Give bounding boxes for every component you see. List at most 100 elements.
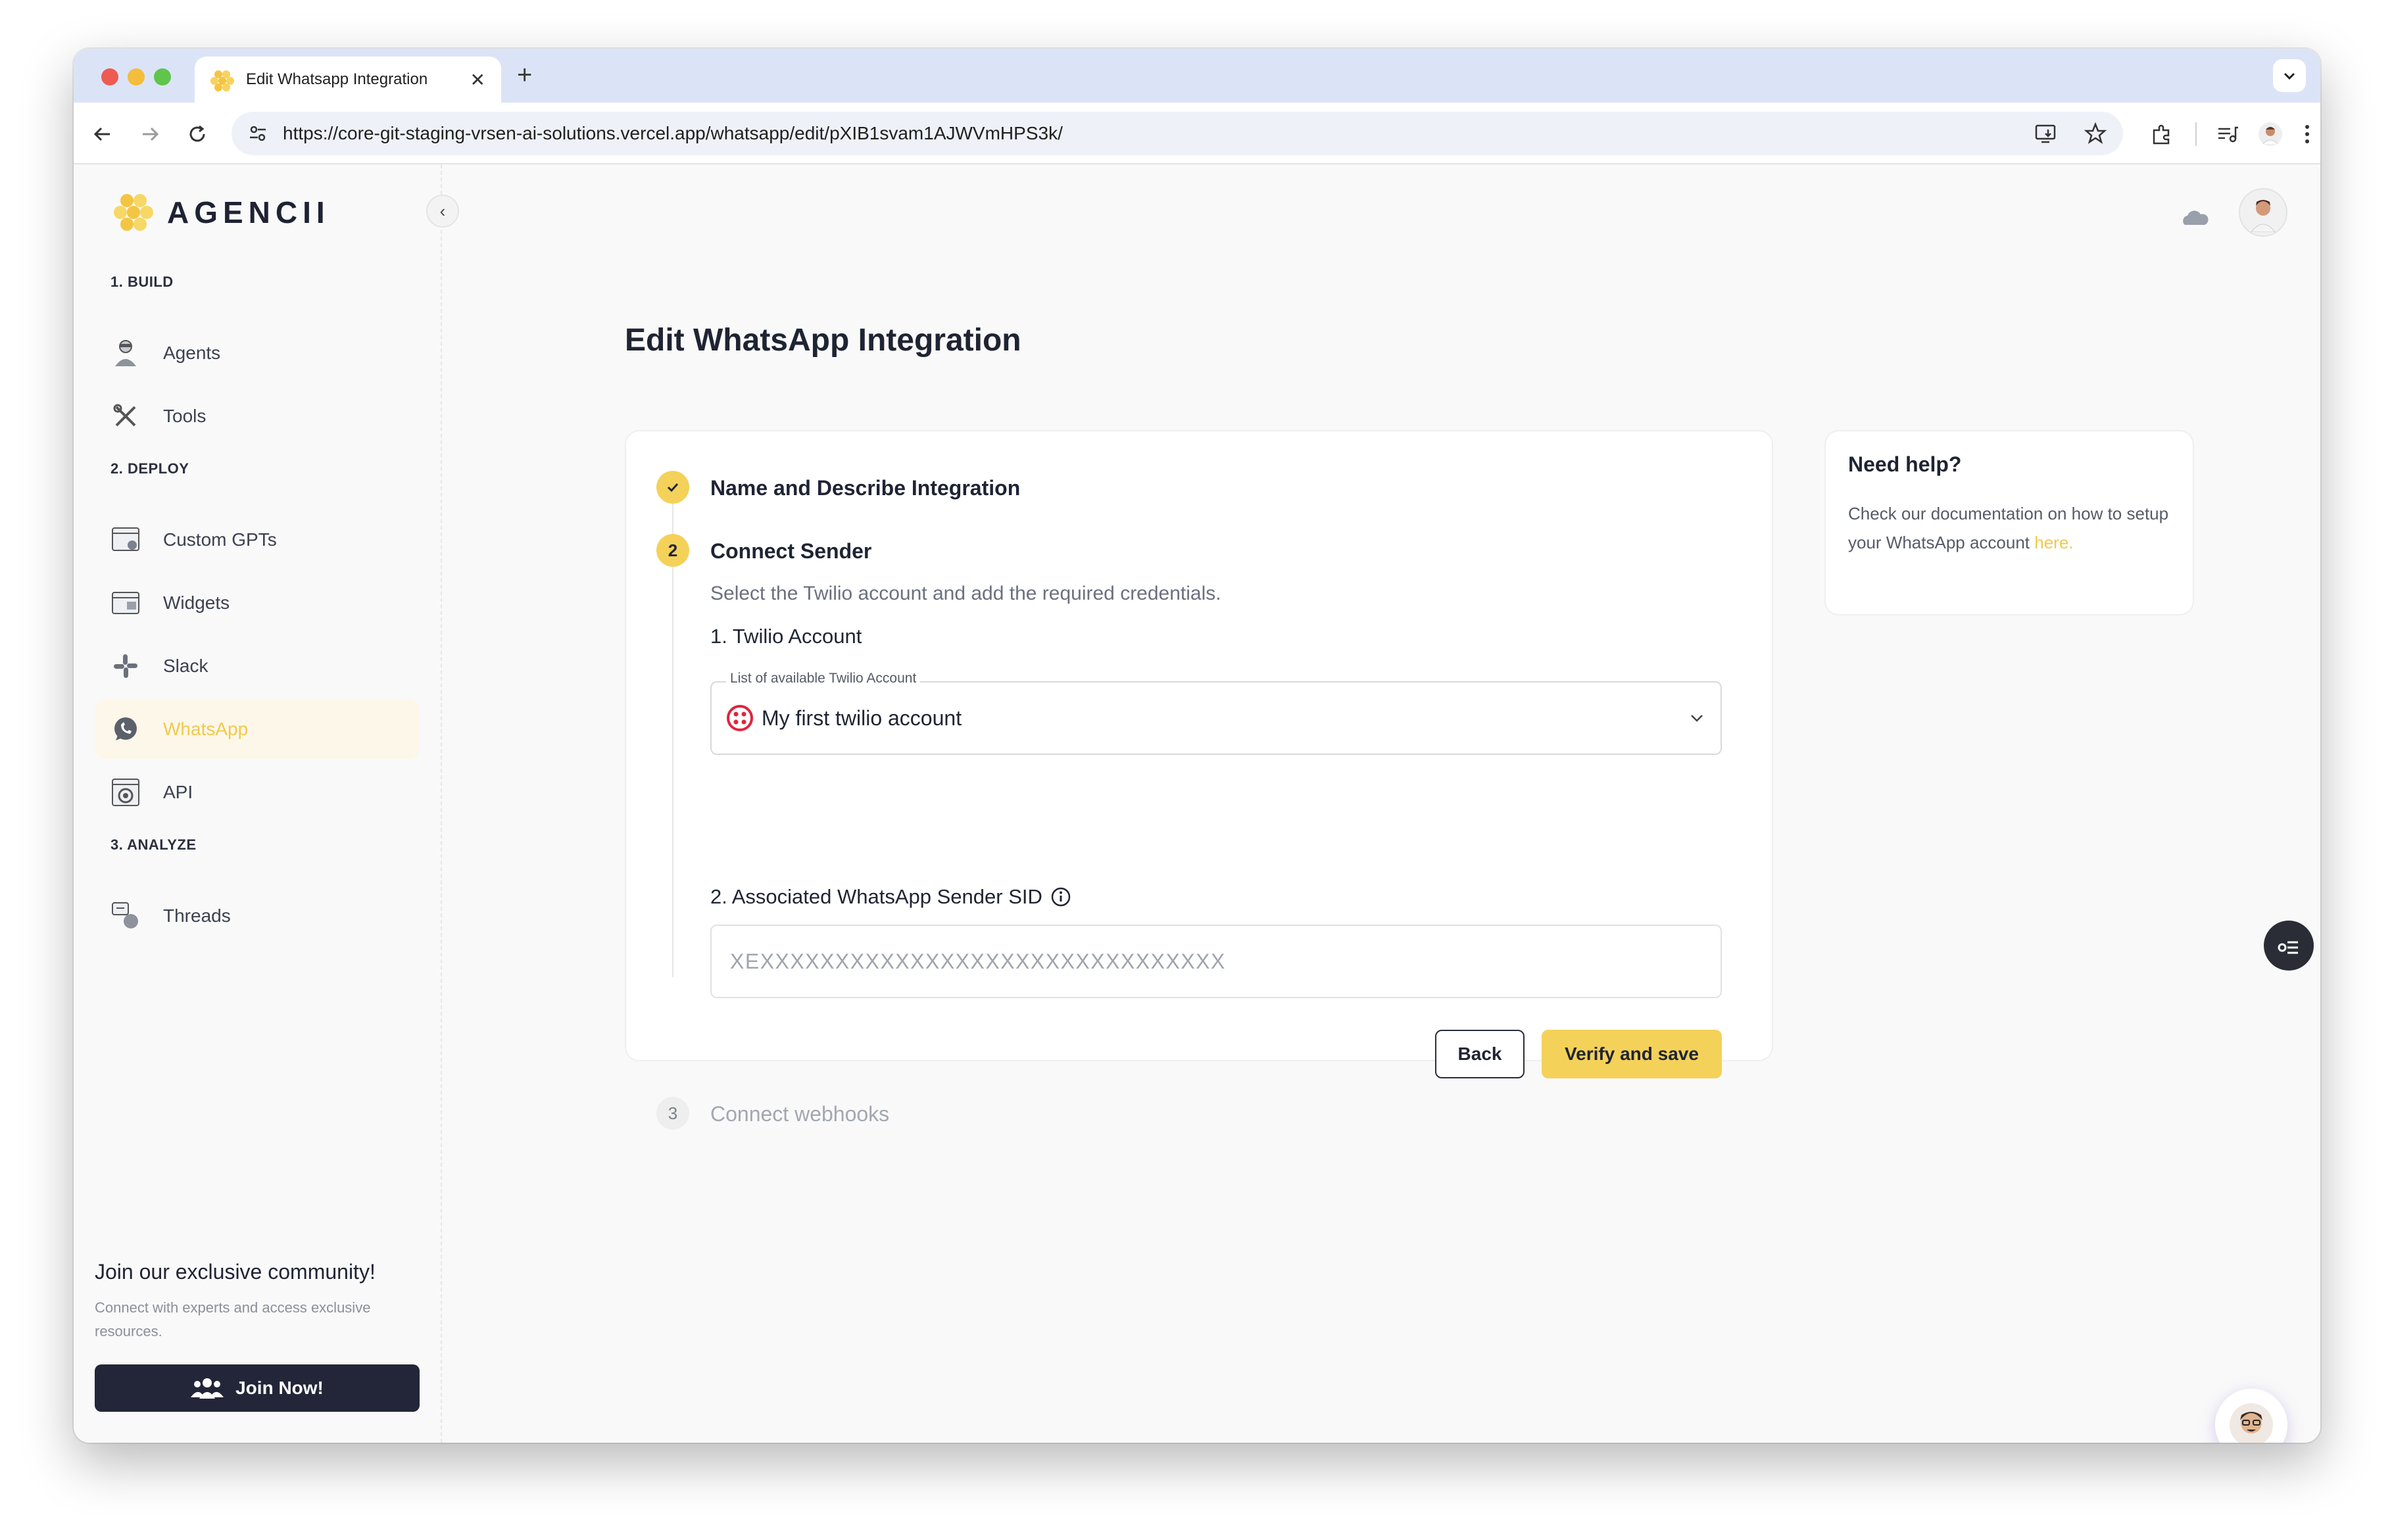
sidebar-item-threads[interactable]: Threads: [95, 886, 420, 946]
floating-menu-button[interactable]: [2264, 921, 2314, 971]
integration-stepper-card: Name and Describe Integration 2 Connect …: [625, 430, 1773, 1130]
community-description: Connect with experts and access exclusiv…: [95, 1299, 371, 1339]
help-docs-link[interactable]: here.: [2034, 533, 2073, 552]
widget-icon: [110, 588, 141, 618]
sidebar-item-label: API: [163, 782, 193, 802]
custom-gpt-icon: [110, 525, 141, 555]
threads-icon: [110, 901, 141, 931]
tab-search-button[interactable]: [2273, 59, 2306, 92]
sidebar-item-agents[interactable]: Agents: [95, 324, 420, 383]
page-title: Edit WhatsApp Integration: [625, 323, 1021, 358]
playlist-icon: [2218, 126, 2238, 143]
list-toggle-icon: [2278, 941, 2298, 954]
back-button[interactable]: Back: [1435, 1030, 1525, 1078]
url-text: https://core-git-staging-vrsen-ai-soluti…: [283, 123, 1063, 143]
sidebar-item-label: Widgets: [163, 592, 230, 613]
bookmark-star-icon[interactable]: [2084, 122, 2107, 145]
browser-menu-button[interactable]: [2294, 120, 2320, 149]
sidebar-item-label: Custom GPTs: [163, 529, 277, 550]
sidebar-item-custom-gpts[interactable]: Custom GPTs: [95, 510, 420, 569]
sidebar-item-tools[interactable]: Tools: [95, 387, 420, 446]
user-avatar[interactable]: [2239, 188, 2287, 237]
close-window-button[interactable]: [101, 68, 118, 85]
app-area: AGENCII 1. BUILD Agents Tools 2. DEPLOY: [74, 164, 2320, 1443]
twilio-account-select[interactable]: List of available Twilio Account My firs…: [710, 671, 1722, 755]
arrow-right-icon: [143, 127, 159, 141]
agent-icon: [110, 338, 141, 368]
help-description: Check our documentation on how to setup …: [1848, 504, 2169, 552]
extensions-button[interactable]: [2145, 120, 2178, 149]
users-group-icon: [191, 1378, 224, 1399]
maximize-window-button[interactable]: [154, 68, 171, 85]
browser-tab[interactable]: Edit Whatsapp Integration ✕: [195, 57, 501, 103]
browser-toolbar: https://core-git-staging-vrsen-ai-soluti…: [74, 103, 2320, 164]
step-2-title: Connect Sender: [710, 539, 872, 563]
join-now-button[interactable]: Join Now!: [95, 1364, 420, 1412]
help-title: Need help?: [1848, 452, 1962, 476]
info-icon[interactable]: [1050, 886, 1071, 907]
verify-and-save-button[interactable]: Verify and save: [1542, 1030, 1722, 1078]
reload-button[interactable]: [184, 121, 210, 147]
sender-sid-label: 2. Associated WhatsApp Sender SID: [710, 885, 1042, 908]
agencii-favicon-icon: [210, 70, 234, 91]
slack-icon: [110, 651, 141, 681]
twilio-account-label: 1. Twilio Account: [710, 625, 862, 648]
profile-avatar-icon: [2259, 122, 2282, 146]
sidebar-item-api[interactable]: API: [95, 763, 420, 822]
user-avatar-icon: [2251, 200, 2276, 232]
forward-nav-button[interactable]: [137, 121, 163, 147]
agencii-logo[interactable]: AGENCII: [113, 193, 330, 231]
back-nav-button[interactable]: [89, 121, 116, 147]
tools-icon: [110, 401, 141, 431]
collapse-sidebar-button[interactable]: ‹: [426, 195, 459, 228]
logo-text: AGENCII: [167, 195, 330, 229]
section-analyze: 3. ANALYZE: [110, 836, 197, 853]
step-2-number: 2: [656, 534, 689, 567]
new-tab-button[interactable]: +: [517, 60, 532, 90]
honeycomb-logo-icon: [114, 194, 153, 231]
api-icon: [110, 777, 141, 807]
sidebar-item-label: Slack: [163, 656, 208, 676]
community-panel: Join our exclusive community! Connect wi…: [95, 1260, 424, 1412]
install-app-icon[interactable]: [2034, 122, 2057, 145]
address-bar[interactable]: https://core-git-staging-vrsen-ai-soluti…: [232, 112, 2123, 155]
theme-toggle-button[interactable]: [2176, 191, 2215, 239]
sidebar-item-label: Tools: [163, 406, 207, 426]
step-3-title: Connect webhooks: [710, 1102, 890, 1126]
tab-close-icon[interactable]: ✕: [470, 69, 485, 91]
section-build: 1. BUILD: [110, 274, 174, 290]
twilio-logo-icon: [727, 705, 753, 731]
chat-assistant-button[interactable]: [2215, 1389, 2287, 1443]
step-3-number: 3: [656, 1097, 689, 1130]
tab-bar: Edit Whatsapp Integration ✕ +: [74, 49, 2320, 103]
profile-button[interactable]: [2251, 120, 2290, 149]
step-2-description: Select the Twilio account and add the re…: [710, 583, 1221, 604]
site-settings-icon: [250, 126, 266, 141]
whatsapp-icon: [110, 714, 141, 744]
sidebar-item-label: WhatsApp: [163, 719, 249, 739]
step-1-check-icon: [656, 471, 689, 504]
section-deploy: 2. DEPLOY: [110, 460, 189, 477]
sender-sid-input[interactable]: [710, 925, 1722, 998]
twilio-account-value: My first twilio account: [762, 706, 962, 730]
sidebar-item-slack[interactable]: Slack: [95, 637, 420, 696]
sidebar-item-label: Threads: [163, 905, 231, 926]
chevron-down-icon: [2284, 72, 2295, 80]
help-card: Need help? Check our documentation on ho…: [1824, 430, 2194, 615]
media-controls-button[interactable]: [2211, 120, 2244, 149]
minimize-window-button[interactable]: [128, 68, 145, 85]
twilio-account-legend: List of available Twilio Account: [726, 671, 921, 686]
sidebar-item-whatsapp[interactable]: WhatsApp: [95, 700, 420, 759]
sidebar: AGENCII 1. BUILD Agents Tools 2. DEPLOY: [74, 164, 442, 1443]
moon-cloud-icon: [2183, 204, 2209, 225]
toolbar-divider: [2195, 122, 2197, 146]
step-1-title[interactable]: Name and Describe Integration: [710, 476, 1020, 500]
stepper-line: [672, 504, 673, 977]
reload-icon: [189, 125, 205, 142]
sidebar-item-label: Agents: [163, 343, 221, 363]
help-text: Check our documentation on how to setup …: [1848, 499, 2170, 557]
community-title: Join our exclusive community!: [95, 1260, 376, 1284]
kebab-menu-icon: [2305, 125, 2309, 143]
tab-title: Edit Whatsapp Integration: [246, 70, 428, 88]
sidebar-item-widgets[interactable]: Widgets: [95, 573, 420, 633]
